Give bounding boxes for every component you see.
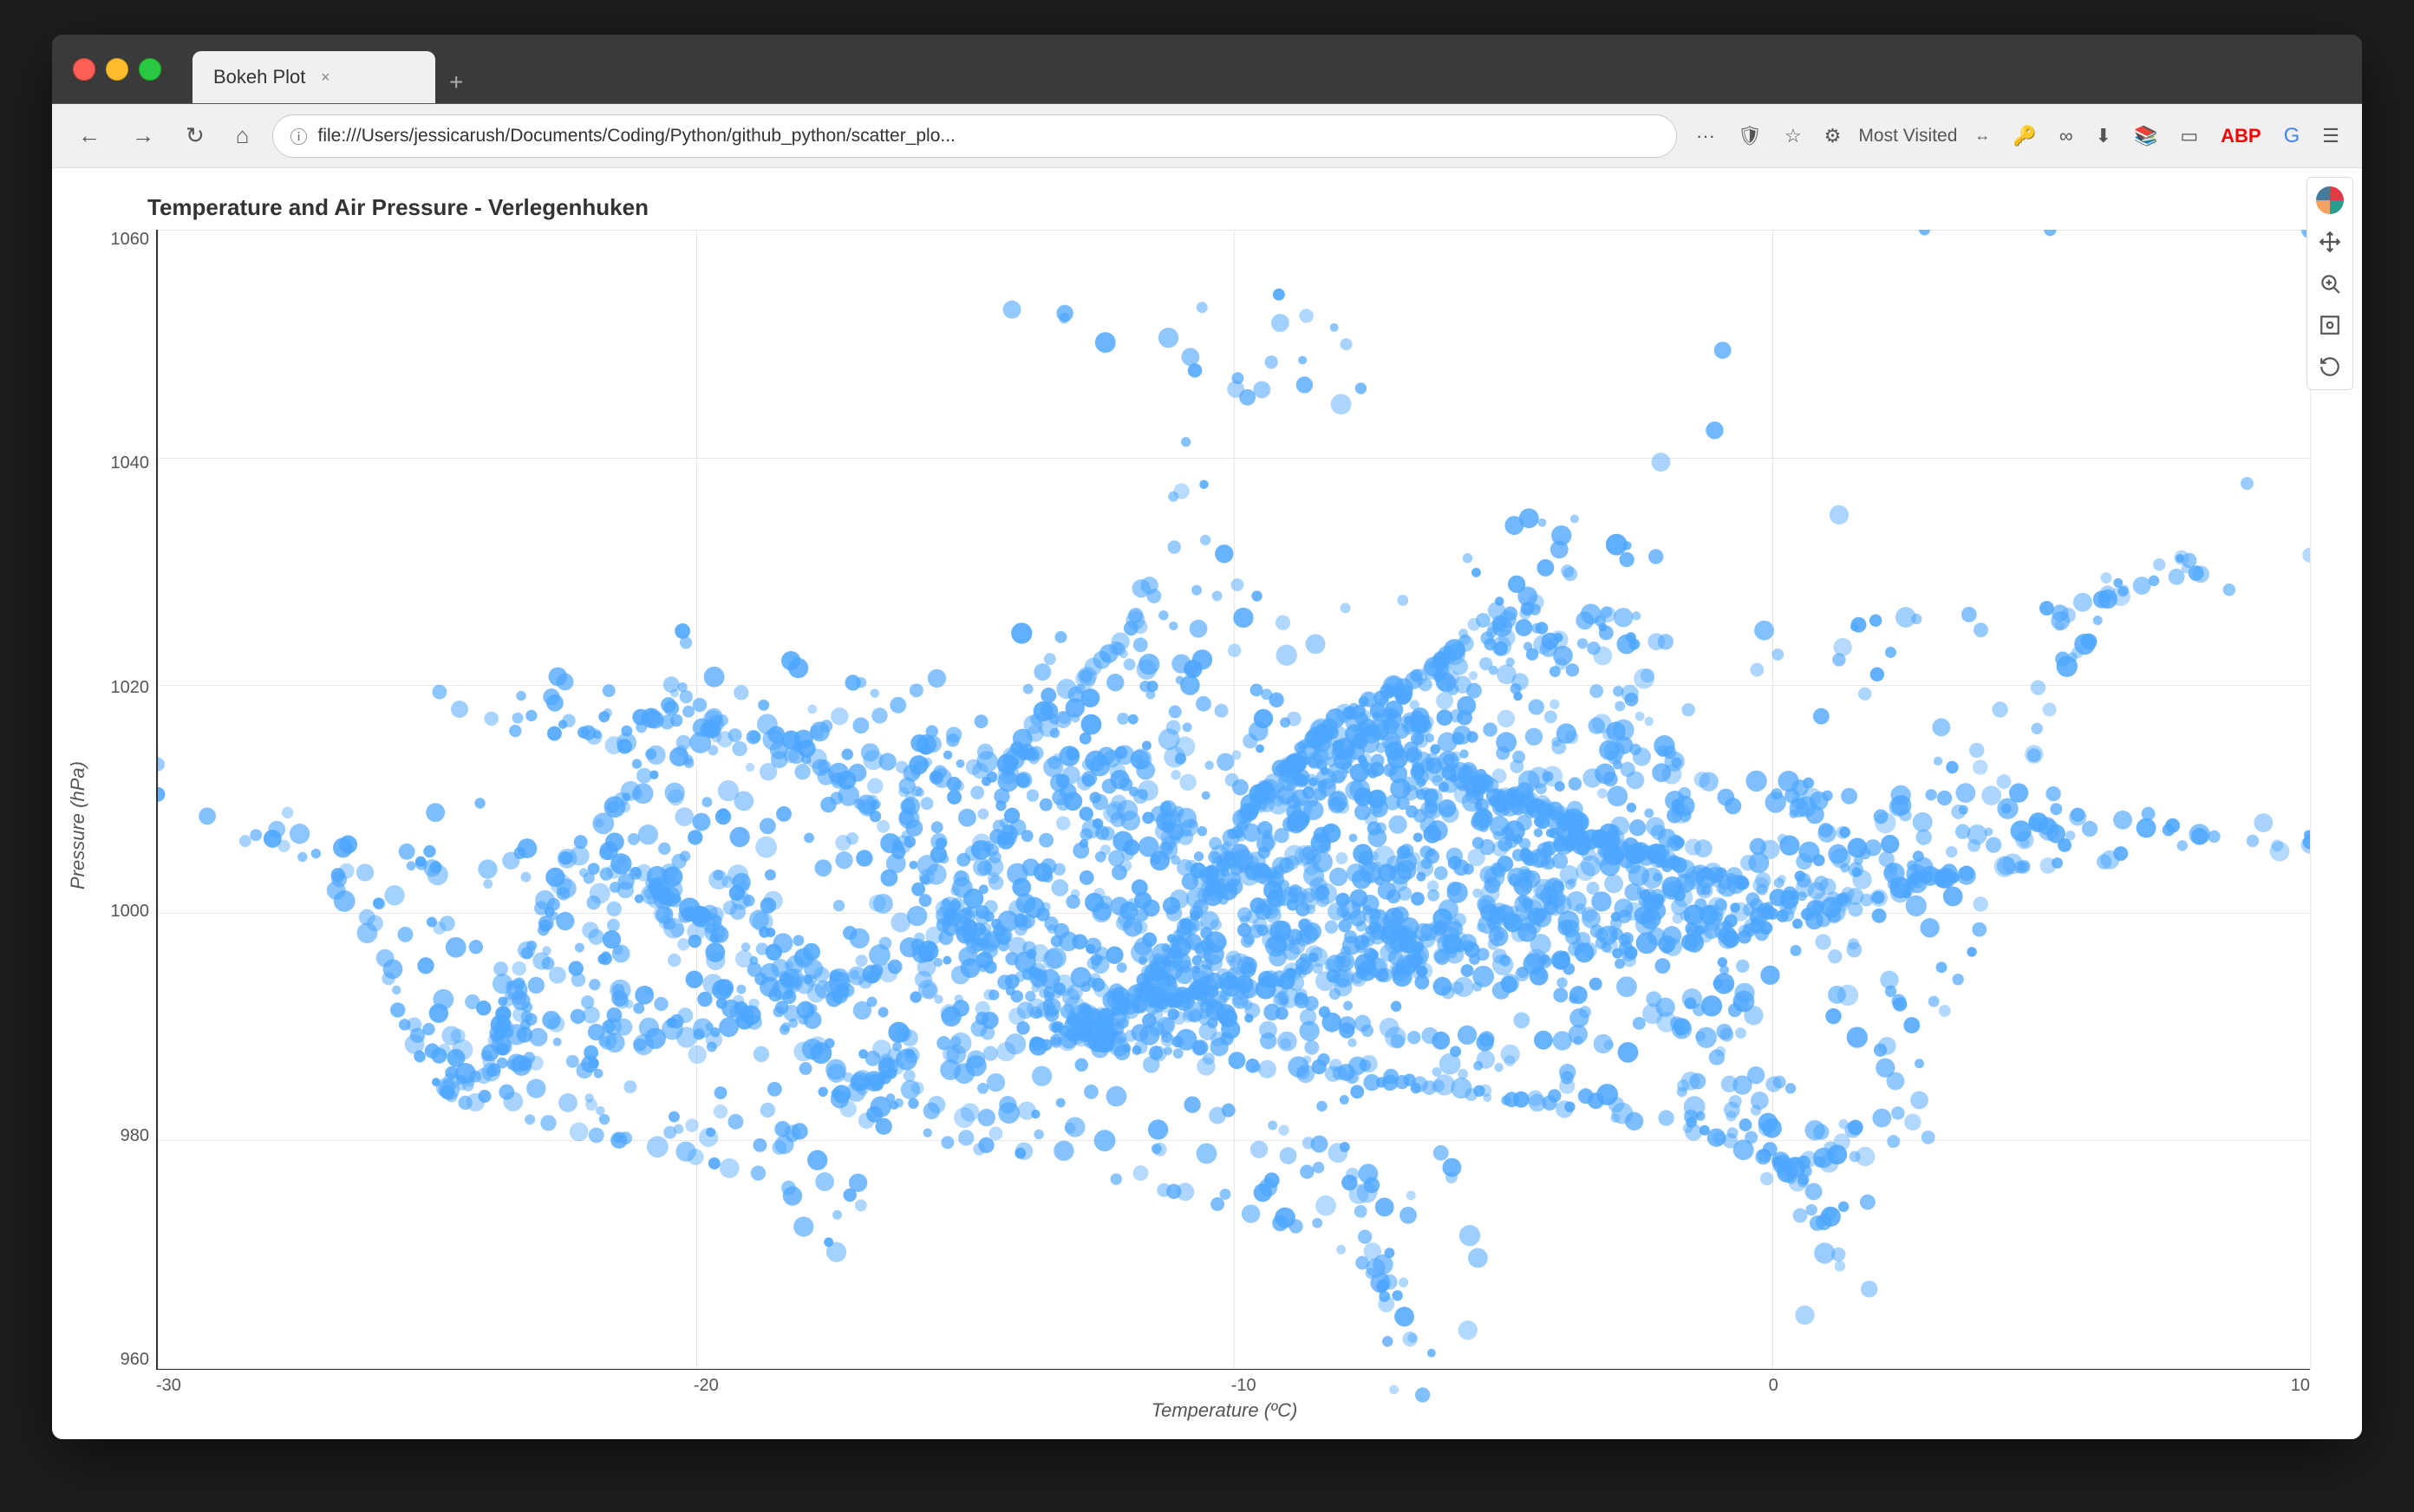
y-tick-1040: 1040	[111, 453, 150, 473]
nav-bar: ← → ↻ ⌂ ⓘ file:///Users/jessicarush/Docu…	[52, 104, 2362, 168]
back-button[interactable]: ←	[69, 117, 109, 154]
bokeh-toolbar	[2306, 177, 2353, 390]
menu-button[interactable]: ☰	[2317, 120, 2345, 153]
page-content: Temperature and Air Pressure - Verlegenh…	[52, 168, 2362, 1439]
home-button[interactable]: ⌂	[227, 117, 258, 154]
title-bar: Bokeh Plot × +	[52, 35, 2362, 104]
library-icon[interactable]: 📚	[2129, 120, 2163, 153]
y-tick-1060: 1060	[111, 230, 150, 250]
key-icon[interactable]: 🔑	[2007, 120, 2041, 153]
y-axis-ticks: 1060 1040 1020 1000 980 960	[95, 230, 156, 1370]
x-tick-10: 10	[2291, 1376, 2310, 1396]
x-axis-ticks: -30 -20 -10 0 10	[156, 1376, 2310, 1396]
chart-container: Temperature and Air Pressure - Verlegenh…	[52, 168, 2362, 1439]
y-tick-1020: 1020	[111, 678, 150, 698]
chart-title: Temperature and Air Pressure - Verlegenh…	[147, 194, 2353, 221]
info-icon: ⓘ	[290, 123, 308, 148]
most-visited-label: Most Visited	[1858, 126, 1957, 147]
reload-button[interactable]: ↻	[177, 117, 213, 154]
tab-title: Bokeh Plot	[213, 66, 305, 88]
zoom-tool-button[interactable]	[2311, 264, 2349, 303]
x-tick-20: -20	[694, 1376, 719, 1396]
address-text: file:///Users/jessicarush/Documents/Codi…	[318, 126, 1660, 147]
more-button[interactable]: ···	[1691, 120, 1720, 153]
shield-icon[interactable]: 🛡	[1732, 120, 1767, 153]
settings-icon[interactable]: ⚙	[1819, 120, 1847, 153]
reset-button[interactable]	[2311, 348, 2349, 386]
bookmark-icon[interactable]: ☆	[1779, 120, 1807, 153]
traffic-lights	[73, 58, 161, 81]
scatter-plot	[158, 230, 2310, 1439]
pan-tool-button[interactable]	[2311, 223, 2349, 261]
tab-close-icon[interactable]: ×	[316, 68, 335, 87]
resizer-icon[interactable]: ↔	[1969, 121, 1995, 150]
bokeh-logo	[2311, 181, 2349, 219]
sidebar-icon[interactable]: ▭	[2175, 120, 2203, 153]
forward-button[interactable]: →	[123, 117, 163, 154]
chart-plot-area: 1060 1040 1020 1000 980 960 -30 -20 -10 …	[95, 230, 2353, 1422]
y-tick-980: 980	[121, 1126, 149, 1146]
maximize-button[interactable]	[139, 58, 161, 81]
box-zoom-button[interactable]	[2311, 306, 2349, 344]
infinity-icon[interactable]: ∞	[2054, 120, 2078, 153]
x-tick-0: 0	[1769, 1376, 1778, 1396]
download-icon[interactable]: ⬇	[2091, 120, 2117, 153]
active-tab[interactable]: Bokeh Plot ×	[192, 51, 435, 103]
nav-icons: ··· 🛡 ☆ ⚙ Most Visited ↔ 🔑 ∞ ⬇ 📚 ▭ ABP G…	[1691, 119, 2345, 153]
address-bar[interactable]: ⓘ file:///Users/jessicarush/Documents/Co…	[272, 114, 1678, 158]
y-tick-960: 960	[121, 1350, 149, 1370]
browser-window: Bokeh Plot × + ← → ↻ ⌂ ⓘ file:///Users/j…	[52, 35, 2362, 1439]
x-tick-30: -30	[156, 1376, 181, 1396]
chart-body: Pressure (hPa)	[61, 230, 2353, 1422]
google-icon[interactable]: G	[2279, 119, 2306, 153]
y-tick-1000: 1000	[111, 902, 150, 922]
grid-line-v5	[2310, 230, 2311, 1368]
tabs-area: Bokeh Plot × +	[192, 35, 2341, 103]
addon-icon[interactable]: ABP	[2215, 120, 2266, 153]
close-button[interactable]	[73, 58, 95, 81]
y-axis-label: Pressure (hPa)	[61, 230, 95, 1422]
x-axis-label: Temperature (ºC)	[1152, 1399, 1298, 1422]
chart-area	[156, 230, 2310, 1370]
x-tick-10: -10	[1231, 1376, 1256, 1396]
new-tab-button[interactable]: +	[442, 62, 470, 103]
minimize-button[interactable]	[106, 58, 128, 81]
